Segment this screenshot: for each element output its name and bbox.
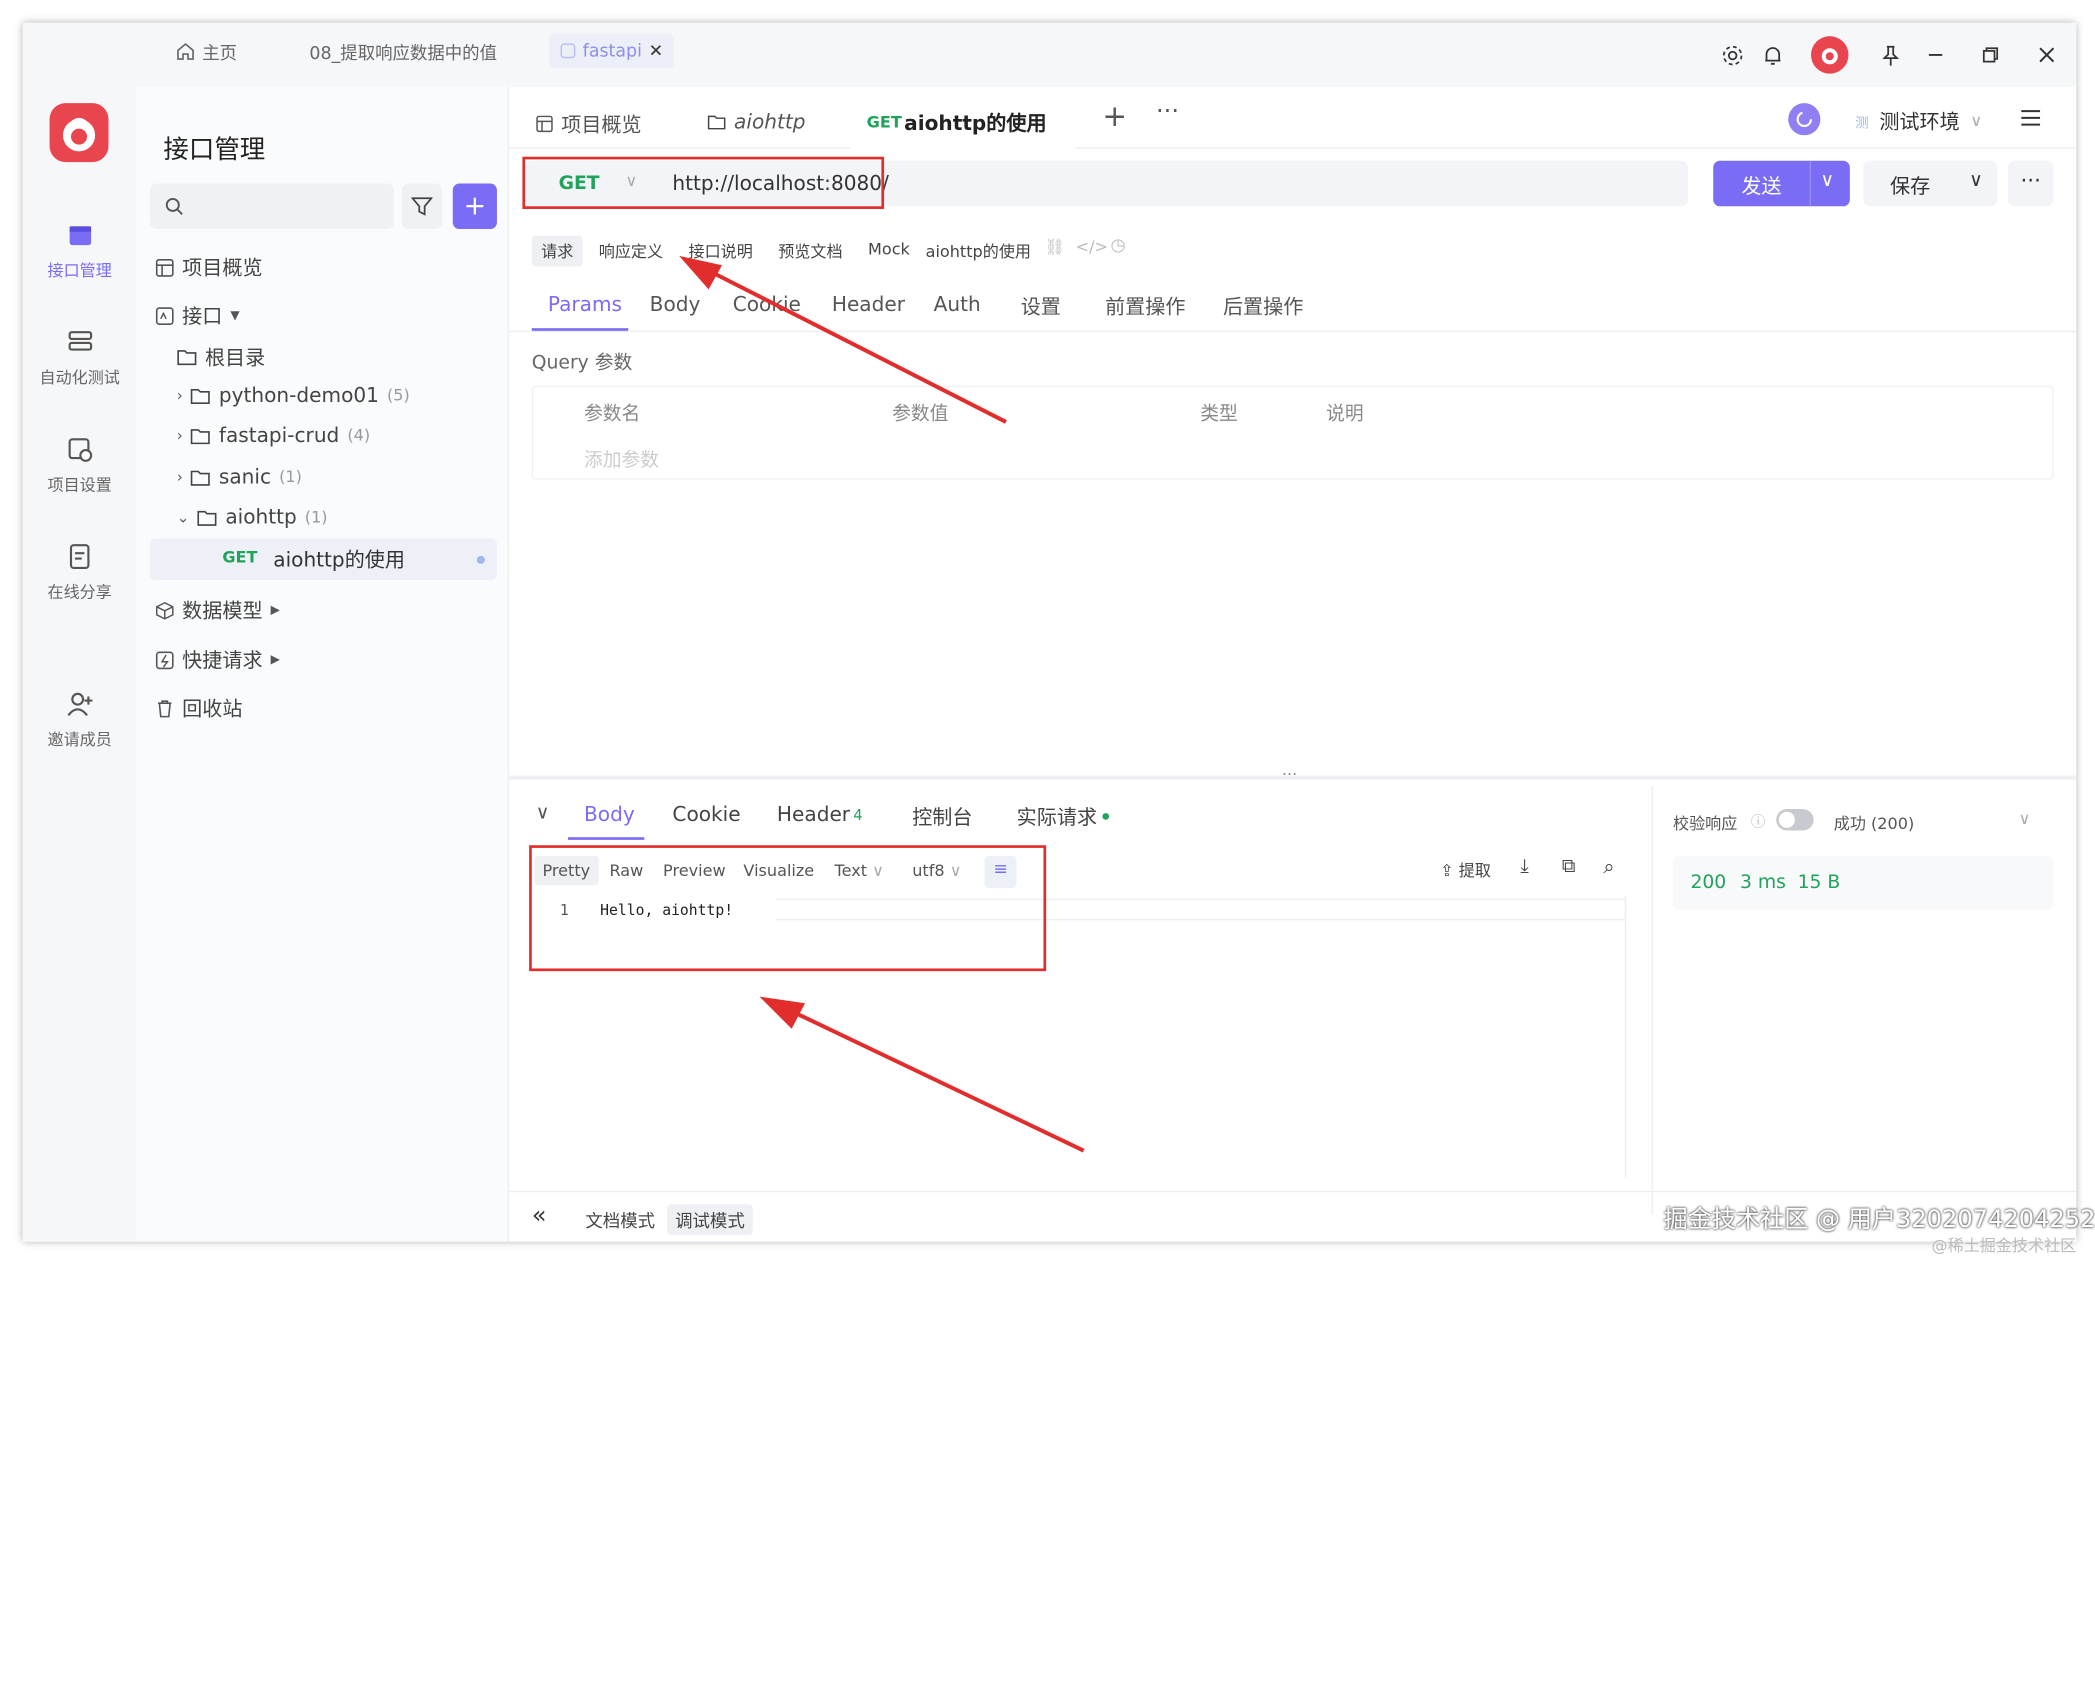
watermark-text: 掘金技术社区 @ 用户3202074204252 (1663, 1205, 2095, 1234)
watermark-subtext: @稀土掘金技术社区 (1931, 1236, 2077, 1256)
annotation-arrows (679, 255, 1085, 1153)
app-window: 主页 08_提取响应数据中的值 fastapi ✕ 接口管理 自动化测试 项目设… (22, 22, 2077, 1242)
